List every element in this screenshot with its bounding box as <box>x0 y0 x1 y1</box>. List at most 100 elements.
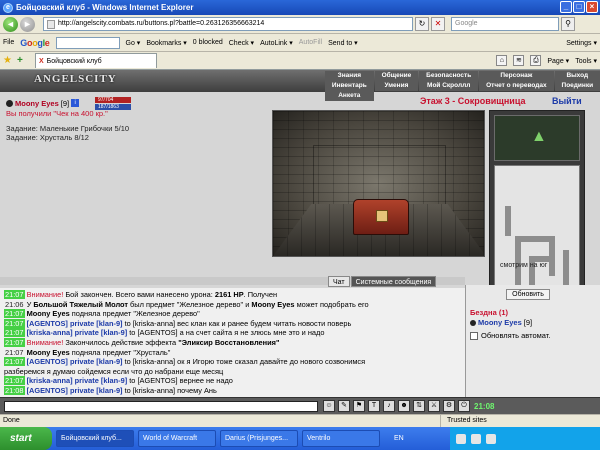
chat-timestamp[interactable]: 21:07 <box>4 328 25 338</box>
tray-app-icon[interactable] <box>456 433 466 444</box>
filter-icon[interactable]: ⚑ <box>353 400 365 412</box>
minimize-button[interactable]: _ <box>560 1 572 13</box>
game-menu-item[interactable]: Знания <box>325 71 374 81</box>
chat-timestamp[interactable]: 21:07 <box>4 348 25 357</box>
tab-system-messages[interactable]: Системные сообщения <box>350 276 437 287</box>
refresh-button[interactable]: ↻ <box>415 17 429 31</box>
smile-icon[interactable]: ☺ <box>323 400 335 412</box>
back-wall <box>313 145 446 207</box>
chat-input[interactable] <box>4 400 318 412</box>
taskbar-item-ventrilo[interactable]: Ventrilo <box>302 430 380 447</box>
tray-network-icon[interactable] <box>471 433 481 444</box>
chat-timestamp[interactable]: 21:07 <box>4 376 25 386</box>
print-icon[interactable]: ⎙ <box>530 55 542 66</box>
home-icon[interactable]: ⌂ <box>496 55 508 66</box>
status-text: Done <box>3 417 20 424</box>
popup-blocked-button[interactable]: 0 blocked <box>193 39 223 46</box>
back-button[interactable]: ◄ <box>3 16 18 32</box>
forward-button[interactable]: ► <box>20 16 35 32</box>
game-menu-item[interactable]: Общение <box>374 71 419 81</box>
game-menu-item[interactable]: Выход <box>554 71 600 81</box>
refresh-room-button[interactable]: Обновить <box>506 289 550 300</box>
settings-icon[interactable]: ⚙ <box>443 400 455 412</box>
taskbar-item-combats[interactable]: Бойцовский клуб... <box>56 430 134 447</box>
taskbar-item-wow[interactable]: World of Warcraft <box>138 430 216 447</box>
game-menu-item[interactable]: Мой Скроллл <box>419 81 479 91</box>
game-menu-item[interactable]: Поединки <box>554 81 600 91</box>
auto-refresh-checkbox[interactable]: Обновлять автомат. <box>470 331 550 340</box>
chat-nick[interactable]: [AGENTOS] private [klan-9] <box>27 319 123 328</box>
tray-volume-icon[interactable] <box>486 433 496 444</box>
start-button[interactable]: start <box>0 427 52 450</box>
friends-icon[interactable]: ☻ <box>398 400 410 412</box>
exit-icon[interactable]: ⏻ <box>458 400 470 412</box>
checkbox-box[interactable] <box>470 331 478 340</box>
translit-icon[interactable]: T <box>368 400 380 412</box>
chat-timestamp[interactable]: 21:07 <box>4 290 25 299</box>
taskbar-item-darius[interactable]: Darius (Prisjunges... <box>220 430 298 447</box>
chat-timestamp[interactable]: 21:07 <box>4 338 25 347</box>
favorites-star-icon[interactable]: ★ <box>3 55 15 67</box>
check-button[interactable]: Check ▾ <box>229 39 254 47</box>
chat-text: 2161 HP <box>214 290 244 299</box>
chat-nick[interactable]: [kriska-anna] private [klan-9] <box>27 376 128 385</box>
search-input[interactable]: Google <box>451 17 559 31</box>
chat-log[interactable]: 21:07 Внимание! Бой закончен. Всего вами… <box>0 288 465 397</box>
go-button[interactable]: Go ▾ <box>126 39 141 47</box>
chat-line: 21:07 [kriska-anna] private [klan-9] to … <box>4 376 233 386</box>
chat-nick[interactable]: [kriska-anna] private [klan-9] <box>27 328 128 337</box>
game-menu-item[interactable]: Анкета <box>325 91 374 101</box>
character-name[interactable]: Moony Eyes <box>15 99 59 108</box>
game-menu-item[interactable]: Безопасность <box>419 71 479 81</box>
bookmarks-button[interactable]: Bookmarks ▾ <box>146 39 186 47</box>
chat-text: разберемся я думаю сойдемся если что до … <box>4 366 224 376</box>
game-menu-item[interactable]: Инвентарь <box>325 81 374 91</box>
autofill-button[interactable]: AutoFill <box>299 39 322 46</box>
exit-link[interactable]: Выйти <box>552 96 582 106</box>
game-buttons: ☺ ✎ ⚑ T ♪ ☻ ⇅ ⚔ ⚙ ⏻ <box>323 400 470 412</box>
chat-timestamp[interactable]: 21:06 <box>4 300 25 309</box>
tools-menu[interactable]: Tools ▾ <box>575 57 597 65</box>
dungeon-view[interactable] <box>272 110 485 257</box>
address-input[interactable]: http://angelscity.combats.ru/buttons.pl?… <box>43 17 413 31</box>
maximize-button[interactable]: □ <box>573 1 585 13</box>
direction-arrow-icon[interactable]: ▲ <box>531 128 547 146</box>
game-menu-item[interactable]: Отчет о переводах <box>479 81 554 91</box>
compass-panel[interactable]: ▲ <box>494 115 580 161</box>
chat-nick[interactable]: [AGENTOS] private [klan-9] <box>27 357 123 366</box>
send-to-button[interactable]: Send to ▾ <box>328 39 358 47</box>
game-menu-item[interactable]: Умения <box>374 81 419 91</box>
sound-icon[interactable]: ♪ <box>383 400 395 412</box>
google-search-input[interactable] <box>55 36 120 49</box>
close-button[interactable]: × <box>586 1 598 13</box>
chat-timestamp[interactable]: 21:07 <box>4 318 25 328</box>
chat-timestamp[interactable]: 21:07 <box>4 309 25 319</box>
stop-button[interactable]: ✕ <box>431 17 445 31</box>
search-icon[interactable]: ⚲ <box>561 17 575 31</box>
location-title: Этаж 3 - Сокровищница <box>420 96 526 106</box>
page-menu[interactable]: Page ▾ <box>547 57 569 65</box>
file-menu[interactable]: File <box>3 39 14 46</box>
chat-timestamp[interactable]: 21:07 <box>4 357 25 367</box>
chat-timestamp[interactable]: 21:08 <box>4 386 25 395</box>
autolink-button[interactable]: AutoLink ▾ <box>260 39 293 47</box>
tab-combats[interactable]: X Бойцовский клуб <box>35 53 157 68</box>
room-user[interactable]: Moony Eyes [9] <box>470 318 532 327</box>
room-user-name[interactable]: Moony Eyes <box>478 318 522 327</box>
room-user-level: [9] <box>523 318 533 327</box>
chat-nick[interactable]: [AGENTOS] private [klan-9] <box>27 386 123 395</box>
clear-icon[interactable]: ✎ <box>338 400 350 412</box>
language-indicator[interactable]: EN <box>394 435 404 442</box>
fight-icon[interactable]: ⚔ <box>428 400 440 412</box>
character-info-icon[interactable]: i <box>71 99 80 107</box>
feeds-icon[interactable]: ≋ <box>513 55 525 66</box>
add-favorite-icon[interactable]: + <box>17 55 29 67</box>
game-menu-item[interactable]: Персонаж <box>479 71 554 81</box>
scroll-icon[interactable]: ⇅ <box>413 400 425 412</box>
tab-chat[interactable]: Чат <box>328 276 350 287</box>
ie-icon: e <box>3 2 13 13</box>
tab-close-icon[interactable]: X <box>39 58 44 65</box>
window-titlebar: e Бойцовский клуб - Windows Internet Exp… <box>0 0 600 15</box>
treasure-chest[interactable] <box>353 199 409 235</box>
settings-button[interactable]: Settings ▾ <box>566 39 597 47</box>
